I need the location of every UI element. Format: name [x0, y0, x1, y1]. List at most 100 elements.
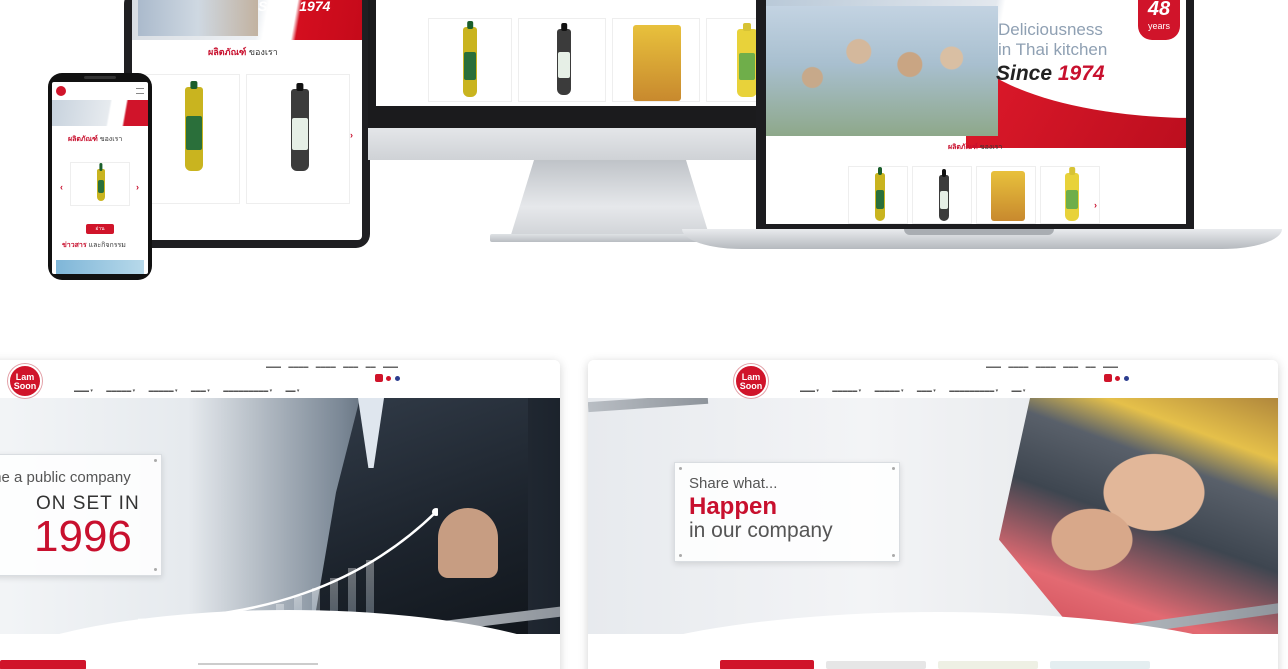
nav-item[interactable]: ▬▬▬▬▬ ▾ [106, 388, 135, 394]
carousel-next-icon[interactable]: › [350, 130, 353, 140]
product-card[interactable] [142, 74, 240, 204]
logo-text: Lam Soon [739, 372, 763, 391]
logo-text: Lam Soon [13, 372, 37, 391]
nav-item[interactable]: ▬▬▬▬▬ ▾ [832, 388, 861, 394]
carousel-prev-icon[interactable]: ‹ [60, 182, 63, 192]
oil-bottle-icon [557, 23, 571, 95]
product-card[interactable] [976, 166, 1036, 224]
snack-pack-icon [633, 25, 681, 101]
hero-text-panel: Share what... Happen in our company [674, 462, 900, 562]
tablet-screen: Since 1974 ผลิตภัณฑ์ ของเรา › [132, 0, 362, 240]
news-thumbnail[interactable] [1050, 661, 1150, 669]
phone-news-title: ข่าวสาร และกิจกรรม [62, 240, 126, 251]
main-nav: ▬▬▬ ▾ ▬▬▬▬▬ ▾ ▬▬▬▬▬ ▾ ▬▬▬ ▾ ▬▬▬▬▬▬▬▬▬ ▾ … [800, 388, 1037, 394]
product-card[interactable] [428, 18, 512, 102]
nav-item[interactable]: ▬▬▬ ▾ [74, 388, 93, 394]
logo-icon [56, 86, 66, 96]
menu-icon[interactable] [136, 88, 144, 94]
nav-item[interactable]: ▬▬▬▬▬ ▾ [875, 388, 904, 394]
top-link[interactable]: ▬▬▬ [266, 364, 281, 370]
lam-soon-logo[interactable]: Lam Soon [8, 364, 42, 398]
search-icon[interactable] [375, 374, 383, 382]
since-year: 1974 [299, 0, 331, 14]
since-prefix: Since [258, 0, 296, 14]
product-card[interactable] [612, 18, 700, 102]
hero-line3: in our company [689, 519, 833, 542]
product-card[interactable] [246, 74, 350, 204]
nav-item[interactable]: ▬▬ ▾ [1011, 388, 1025, 394]
oil-bottle-icon [939, 169, 949, 221]
section-title-dark: ของเรา [248, 47, 278, 57]
top-link[interactable]: ▬▬▬▬ [288, 364, 308, 370]
news-thumbnail[interactable] [826, 661, 926, 669]
years-number: 48 [1147, 0, 1171, 20]
laptop-notch [904, 229, 1054, 235]
top-link[interactable]: ▬▬▬ [1103, 364, 1118, 370]
flag-th-icon[interactable] [1115, 375, 1121, 381]
flag-th-icon[interactable] [386, 375, 392, 381]
news-title-dark: และกิจกรรม [88, 242, 126, 249]
top-link[interactable]: ▬▬▬ [343, 364, 358, 370]
phone-hero-banner [52, 100, 148, 126]
since-text: Since 1974 [996, 62, 1105, 86]
top-link[interactable]: ▬▬▬ [986, 364, 1001, 370]
section-title-red: ผลิตภัณฑ์ [948, 144, 978, 151]
website-card-right: Share what... Happen in our company Lam … [588, 360, 1278, 669]
tablet-since-text: Since 1974 [258, 0, 330, 14]
years-badge: 48 years [1138, 0, 1180, 40]
top-link[interactable]: ▬▬▬ [1063, 364, 1078, 370]
search-icon[interactable] [1104, 374, 1112, 382]
nav-item[interactable]: ▬▬▬▬▬▬▬▬▬ ▾ [949, 388, 998, 394]
nav-item[interactable]: ▬▬▬ ▾ [917, 388, 936, 394]
monitor-stand [510, 160, 710, 238]
product-card[interactable] [848, 166, 908, 224]
nav-item[interactable]: ▬▬▬▬▬▬▬▬▬ ▾ [223, 388, 272, 394]
news-thumbnail[interactable] [938, 661, 1038, 669]
monitor-screen: ‹ [376, 0, 768, 106]
years-label: years [1147, 21, 1170, 31]
hero-line1: me a public company [0, 469, 131, 486]
monitor-chin [368, 128, 768, 160]
news-thumbnail[interactable] [56, 260, 144, 274]
family-photo [766, 6, 998, 136]
primary-button[interactable] [720, 660, 814, 669]
top-link[interactable]: ▬▬▬▬ [1008, 364, 1028, 370]
flag-en-icon[interactable] [1123, 375, 1129, 381]
top-link[interactable]: ▬▬▬▬ [316, 364, 336, 370]
flag-en-icon[interactable] [394, 375, 400, 381]
top-link[interactable]: ▬▬▬ [383, 364, 398, 370]
product-card[interactable] [518, 18, 606, 102]
top-link[interactable]: ▬▬▬▬ [1036, 364, 1056, 370]
since-year: 1974 [1057, 62, 1105, 85]
primary-button[interactable] [0, 660, 86, 669]
tablet-hero-photo [138, 0, 258, 36]
laptop-section-title: ผลิตภัณฑ์ ของเรา [948, 142, 1002, 153]
hero-banner: me a public company ON SET IN 1996 [0, 398, 560, 669]
utility-row [1104, 374, 1129, 382]
product-card[interactable] [912, 166, 972, 224]
product-card[interactable] [70, 162, 130, 206]
carousel-next-icon[interactable]: › [1094, 200, 1097, 210]
top-link[interactable]: ▬▬ [366, 364, 376, 370]
nav-item[interactable]: ▬▬▬ ▾ [191, 388, 210, 394]
top-link[interactable]: ▬▬ [1086, 364, 1096, 370]
tagline-line2: in Thai kitchen [998, 40, 1108, 59]
utility-row [375, 374, 400, 382]
nav-item[interactable]: ▬▬▬▬▬ ▾ [149, 388, 178, 394]
lam-soon-logo[interactable]: Lam Soon [734, 364, 768, 398]
tagline-line1: Deliciousness [998, 20, 1103, 39]
hero-line3: 1996 [34, 512, 132, 561]
tablet-section-title: ผลิตภัณฑ์ ของเรา [208, 45, 278, 59]
carousel-next-icon[interactable]: › [136, 182, 139, 192]
top-links: ▬▬▬ ▬▬▬▬ ▬▬▬▬ ▬▬▬ ▬▬ ▬▬▬ [980, 364, 1118, 370]
footer-text-line [198, 663, 318, 665]
news-title-red: ข่าวสาร [62, 242, 87, 249]
hand-image [438, 508, 498, 578]
nav-item[interactable]: ▬▬ ▾ [285, 388, 299, 394]
oil-bottle-icon [875, 167, 885, 221]
tagline: Deliciousness in Thai kitchen [998, 20, 1107, 60]
site-header: Lam Soon ▬▬▬ ▬▬▬▬ ▬▬▬▬ ▬▬▬ ▬▬ ▬▬▬ ▬▬▬ ▾ … [588, 360, 1278, 398]
read-more-button[interactable]: อ่าน [86, 224, 114, 234]
nav-item[interactable]: ▬▬▬ ▾ [800, 388, 819, 394]
product-card[interactable] [1040, 166, 1100, 224]
